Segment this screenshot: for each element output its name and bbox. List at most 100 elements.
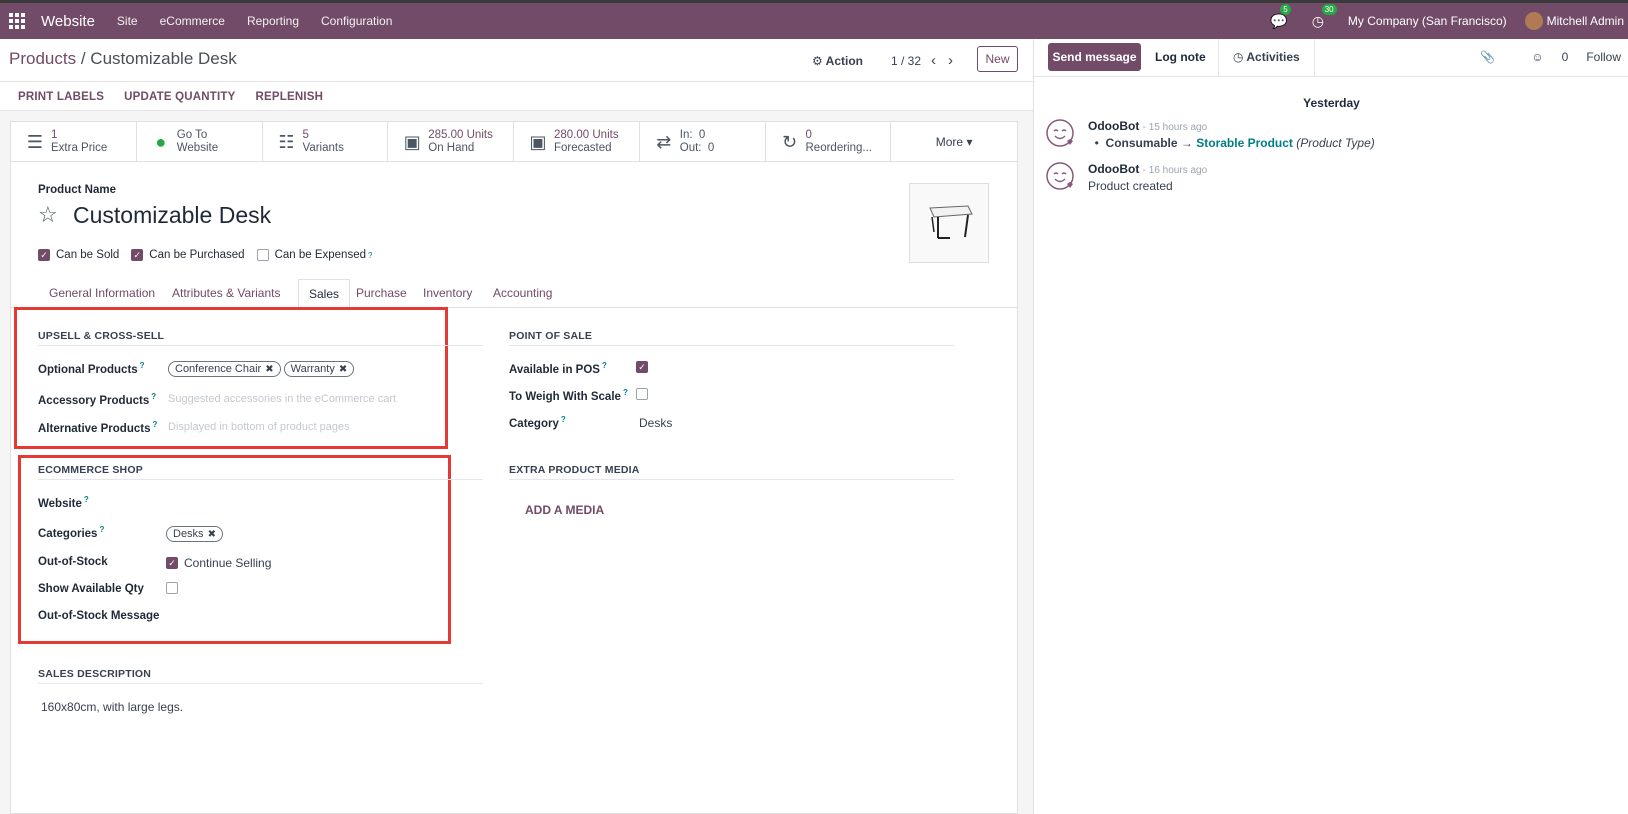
accessory-products-input[interactable]: Suggested accessories in the eCommerce c… bbox=[168, 393, 396, 405]
messages-icon[interactable]: 💬 5 bbox=[1270, 3, 1291, 30]
out-of-stock-message-label: Out-of-Stock Message bbox=[38, 610, 160, 622]
continue-selling-checkbox[interactable]: ✓ Continue Selling bbox=[166, 556, 271, 570]
menu-configuration[interactable]: Configuration bbox=[321, 14, 392, 28]
update-quantity-button[interactable]: UPDATE QUANTITY bbox=[124, 91, 235, 103]
available-in-pos-checkbox[interactable]: ✓ bbox=[636, 361, 648, 373]
chatter-panel: Send message Log note ◷ Activities 📎 ☺ 0 … bbox=[1033, 39, 1628, 814]
refresh-icon: ↻ bbox=[781, 131, 798, 152]
tab-attributes-variants[interactable]: Attributes & Variants bbox=[162, 279, 291, 308]
label-text: Optional Products bbox=[38, 363, 138, 376]
help-tooltip-icon[interactable]: ? bbox=[623, 388, 628, 397]
help-tooltip-icon[interactable]: ? bbox=[368, 251, 372, 260]
activities-button[interactable]: ◷ Activities bbox=[1218, 39, 1315, 77]
message-body: Product created bbox=[1088, 179, 1173, 193]
tab-inventory[interactable]: Inventory bbox=[413, 279, 482, 308]
variants-button[interactable]: ☷ 5 Variants bbox=[263, 122, 389, 162]
product-name-field[interactable]: Customizable Desk bbox=[73, 202, 271, 229]
reordering-button[interactable]: ↻ 0 Reordering... bbox=[766, 122, 892, 162]
tag-remove-icon[interactable]: ✖ bbox=[208, 529, 216, 540]
checkbox-checked-icon: ✓ bbox=[38, 249, 50, 261]
sales-description-field[interactable]: 160x80cm, with large legs. bbox=[41, 700, 183, 714]
print-labels-button[interactable]: PRINT LABELS bbox=[18, 91, 104, 103]
help-tooltip-icon[interactable]: ? bbox=[152, 420, 157, 429]
attachment-paperclip-icon[interactable]: 📎 bbox=[1480, 50, 1495, 64]
checkbox-unchecked-icon bbox=[256, 249, 269, 261]
can-be-expensed-checkbox[interactable]: Can be Expensed? bbox=[256, 249, 372, 261]
favorite-star-icon[interactable]: ☆ bbox=[38, 202, 58, 228]
tag-remove-icon[interactable]: ✖ bbox=[339, 364, 347, 375]
label-text: Categories bbox=[38, 527, 98, 540]
followers-button[interactable]: ☺ 0 bbox=[1513, 50, 1568, 64]
tab-sales[interactable]: Sales bbox=[298, 279, 351, 308]
tab-general-information[interactable]: General Information bbox=[39, 279, 165, 308]
optional-products-field[interactable]: Conference Chair ✖ Warranty ✖ bbox=[168, 361, 357, 377]
on-hand-button[interactable]: ▣ 285.00 Units On Hand bbox=[388, 122, 514, 162]
menu-ecommerce[interactable]: eCommerce bbox=[160, 14, 225, 28]
apps-menu-icon[interactable] bbox=[9, 13, 25, 29]
top-navbar: Website Site eCommerce Reporting Configu… bbox=[0, 0, 1628, 39]
label-text: Available in POS bbox=[509, 363, 600, 376]
company-switcher[interactable]: My Company (San Francisco) bbox=[1348, 14, 1507, 28]
chatter-message: OdooBot - 15 hours ago • Consumable → St… bbox=[1046, 119, 1606, 159]
help-tooltip-icon[interactable]: ? bbox=[561, 415, 566, 424]
categories-field[interactable]: Desks ✖ bbox=[166, 526, 226, 542]
user-menu[interactable]: Mitchell Admin bbox=[1547, 14, 1624, 28]
available-in-pos-label: Available in POS? bbox=[509, 361, 607, 376]
author-name[interactable]: OdooBot bbox=[1088, 119, 1139, 133]
tag-remove-icon[interactable]: ✖ bbox=[265, 364, 273, 375]
help-tooltip-icon[interactable]: ? bbox=[140, 361, 145, 370]
cubes-icon: ▣ bbox=[403, 131, 421, 152]
activities-clock-icon[interactable]: ◷ 30 bbox=[1312, 3, 1337, 30]
pos-category-field[interactable]: Desks bbox=[639, 416, 672, 430]
forecasted-button[interactable]: ▣ 280.00 Units Forecasted bbox=[514, 122, 640, 162]
tag-conference-chair: Conference Chair ✖ bbox=[168, 361, 281, 377]
pager-previous-icon[interactable]: ‹ bbox=[931, 52, 936, 69]
label-text: Alternative Products bbox=[38, 422, 151, 435]
smart-label: Out: 0 bbox=[679, 142, 715, 154]
notebook-tabs: General Information Attributes & Variant… bbox=[11, 279, 1017, 308]
replenish-button[interactable]: REPLENISH bbox=[256, 91, 324, 103]
show-available-qty-checkbox[interactable] bbox=[166, 582, 178, 594]
tab-purchase[interactable]: Purchase bbox=[346, 279, 417, 308]
follow-button[interactable]: Follow bbox=[1586, 50, 1621, 64]
tab-accounting[interactable]: Accounting bbox=[483, 279, 562, 308]
globe-icon: ● bbox=[155, 131, 167, 152]
in-out-button[interactable]: ⇄ In: 0 Out: 0 bbox=[640, 122, 766, 162]
pager-value[interactable]: 1 / 32 bbox=[891, 54, 921, 68]
smart-button-box: ☰ 1 Extra Price ● Go To Website ☷ 5 Variant… bbox=[11, 122, 1017, 162]
help-tooltip-icon[interactable]: ? bbox=[84, 495, 89, 504]
app-name[interactable]: Website bbox=[41, 13, 95, 30]
help-tooltip-icon[interactable]: ? bbox=[99, 525, 104, 534]
more-label: More bbox=[935, 135, 964, 149]
help-tooltip-icon[interactable]: ? bbox=[602, 361, 607, 370]
author-name[interactable]: OdooBot bbox=[1088, 162, 1139, 176]
send-message-button[interactable]: Send message bbox=[1048, 43, 1141, 71]
menu-reporting[interactable]: Reporting bbox=[247, 14, 299, 28]
new-button[interactable]: New bbox=[977, 46, 1018, 72]
website-label: Website? bbox=[38, 495, 89, 510]
can-be-purchased-checkbox[interactable]: ✓ Can be Purchased bbox=[131, 249, 245, 261]
weigh-scale-checkbox[interactable] bbox=[636, 388, 648, 400]
clock-icon: ◷ bbox=[1233, 50, 1247, 64]
alternative-products-input[interactable]: Displayed in bottom of product pages bbox=[168, 421, 350, 433]
exchange-icon: ⇄ bbox=[656, 131, 672, 152]
add-media-button[interactable]: ADD A MEDIA bbox=[525, 503, 604, 517]
action-menu-button[interactable]: ⚙ Action bbox=[812, 54, 863, 68]
help-tooltip-icon[interactable]: ? bbox=[151, 392, 156, 401]
can-be-sold-checkbox[interactable]: ✓ Can be Sold bbox=[38, 249, 119, 261]
log-note-button[interactable]: Log note bbox=[1155, 50, 1206, 64]
user-icon: ☺ bbox=[1531, 50, 1544, 64]
more-button[interactable]: More ▾ bbox=[891, 122, 1017, 162]
message-time: - 16 hours ago bbox=[1142, 165, 1208, 176]
checkbox-checked-icon: ✓ bbox=[131, 249, 144, 261]
go-to-website-button[interactable]: ● Go To Website bbox=[137, 122, 263, 162]
extra-price-button[interactable]: ☰ 1 Extra Price bbox=[11, 122, 137, 162]
user-avatar[interactable] bbox=[1524, 12, 1543, 30]
upsell-section-title: UPSELL & CROSS-SELL bbox=[38, 330, 483, 346]
breadcrumb-products[interactable]: Products bbox=[9, 49, 76, 68]
product-image[interactable] bbox=[909, 183, 989, 263]
menu-site[interactable]: Site bbox=[117, 14, 138, 28]
pager-next-icon[interactable]: › bbox=[948, 52, 953, 69]
product-checkboxes: ✓ Can be Sold ✓ Can be Purchased Can be Ex… bbox=[38, 249, 384, 261]
checkbox-label: Can be Sold bbox=[56, 249, 120, 261]
